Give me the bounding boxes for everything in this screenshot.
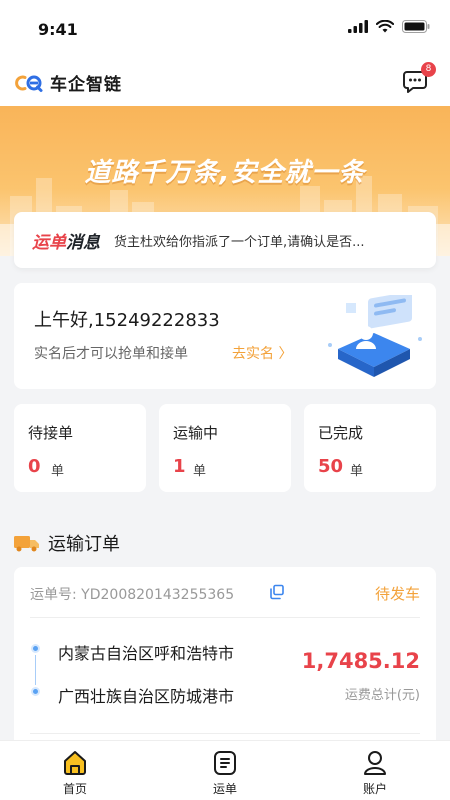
stat-pending[interactable]: 待接单 0 单 xyxy=(14,404,146,492)
destination-dot xyxy=(31,687,40,696)
tab-label: 账户 xyxy=(362,782,387,796)
order-status: 待发车 xyxy=(374,585,420,603)
tab-label: 首页 xyxy=(62,782,87,796)
stat-label: 已完成 xyxy=(318,424,364,442)
stat-in-transit[interactable]: 运输中 1 单 xyxy=(159,404,291,492)
app-header: 车企智链 8 xyxy=(0,56,450,106)
greeting-title: 上午好,15249222833 xyxy=(34,310,220,331)
order-number-value: YD200820143255365 xyxy=(81,587,235,603)
divider xyxy=(30,617,420,618)
banner-slogan: 道路千万条,安全就一条 xyxy=(84,158,366,188)
app-name: 车企智链 xyxy=(50,75,122,95)
stat-unit: 单 xyxy=(193,464,207,479)
account-icon xyxy=(364,751,386,775)
tab-account[interactable]: 账户 xyxy=(300,741,450,800)
battery-icon xyxy=(402,20,430,33)
tab-label: 运单 xyxy=(212,782,237,796)
truck-icon xyxy=(14,536,39,552)
stat-unit: 单 xyxy=(51,464,65,479)
freight-total-label: 运费总计(元) xyxy=(344,688,420,703)
status-bar: 9:41 xyxy=(0,0,450,56)
stat-value: 50 xyxy=(318,456,344,477)
freight-total: 1,7485.12 xyxy=(301,649,420,673)
route-line xyxy=(35,655,36,685)
notice-title-part2: 消息 xyxy=(66,232,100,253)
destination-city: 广西壮族自治区防城港市 xyxy=(58,687,235,706)
greeting-card: 上午好,15249222833 实名后才可以抢单和接单 去实名 〉 xyxy=(14,283,436,389)
stat-unit: 单 xyxy=(350,464,364,479)
origin-dot xyxy=(31,644,40,653)
status-time: 9:41 xyxy=(38,20,78,39)
identity-card-illustration xyxy=(328,295,422,377)
copy-icon[interactable] xyxy=(269,584,285,600)
wifi-icon xyxy=(376,20,394,33)
logo-icon xyxy=(15,75,43,92)
stat-completed[interactable]: 已完成 50 单 xyxy=(304,404,436,492)
divider xyxy=(30,733,420,734)
signal-icon xyxy=(348,20,368,33)
home-icon xyxy=(64,751,86,775)
bottom-tab-bar: 首页 运单 账户 xyxy=(0,740,450,800)
order-number-label: 运单号: xyxy=(30,587,77,603)
app-logo: 车企智链 xyxy=(14,70,122,95)
stat-value: 0 xyxy=(28,456,41,477)
message-button[interactable]: 8 xyxy=(402,62,436,94)
message-badge: 8 xyxy=(421,62,436,77)
notice-title: 运单消息 xyxy=(32,228,100,253)
order-number: 运单号: YD200820143255365 xyxy=(30,584,234,604)
tab-home[interactable]: 首页 xyxy=(0,741,150,800)
verify-identity-link[interactable]: 去实名 〉 xyxy=(232,343,292,363)
stat-label: 运输中 xyxy=(173,424,219,442)
status-icons xyxy=(348,20,430,33)
origin-city: 内蒙古自治区呼和浩特市 xyxy=(58,644,235,663)
notice-title-part1: 运单 xyxy=(32,232,66,253)
section-title: 运输订单 xyxy=(48,534,120,555)
section-header: 运输订单 xyxy=(14,530,120,556)
notice-text: 货主杜欢给你指派了一个订单,请确认是否... xyxy=(114,234,365,250)
greeting-subtitle: 实名后才可以抢单和接单 xyxy=(34,346,188,362)
waybill-notice[interactable]: 运单消息 货主杜欢给你指派了一个订单,请确认是否... xyxy=(14,212,436,268)
order-stats: 待接单 0 单 运输中 1 单 已完成 50 单 xyxy=(14,404,436,492)
order-card[interactable]: 运单号: YD200820143255365 待发车 内蒙古自治区呼和浩特市 广… xyxy=(14,567,436,747)
waybill-icon xyxy=(214,751,236,775)
stat-label: 待接单 xyxy=(28,424,74,442)
stat-value: 1 xyxy=(173,456,186,477)
tab-waybill[interactable]: 运单 xyxy=(150,741,300,800)
